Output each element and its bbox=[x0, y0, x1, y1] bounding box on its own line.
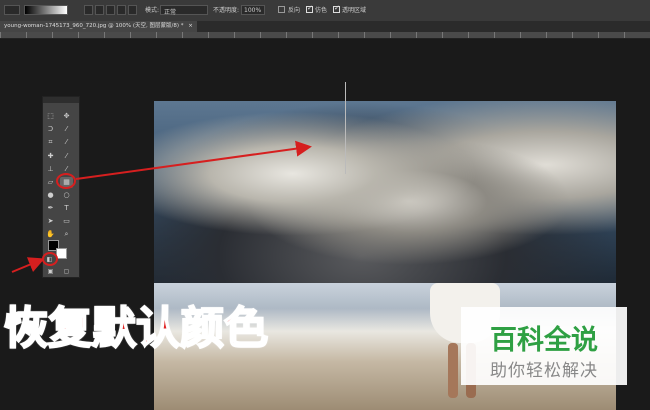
gradient-tool-highlight-circle bbox=[56, 173, 76, 189]
default-colors-highlight-circle bbox=[42, 252, 58, 266]
arrow-to-default-colors bbox=[11, 257, 45, 273]
watermark-title: 百科全说 bbox=[490, 325, 598, 356]
watermark-subtitle: 助你轻松解决 bbox=[490, 361, 598, 381]
arrow-to-canvas bbox=[75, 140, 312, 180]
instruction-caption: 恢复默认颜色 bbox=[3, 302, 269, 355]
